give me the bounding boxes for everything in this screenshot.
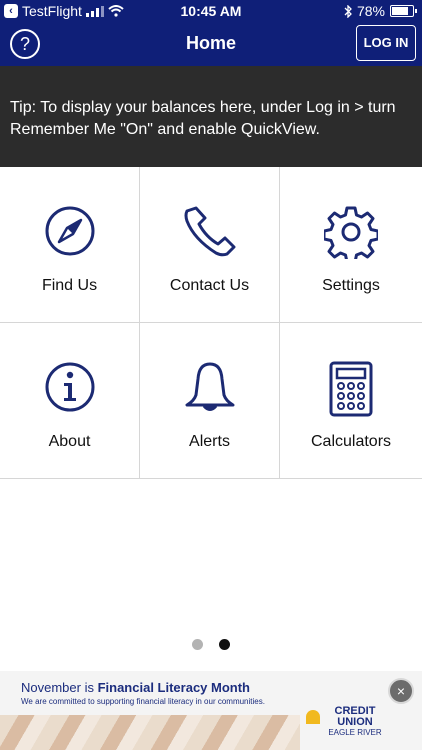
tile-grid: Find Us Contact Us Settings About Alerts… [0,167,422,479]
tip-text: Tip: To display your balances here, unde… [10,99,396,138]
tile-calculators[interactable]: Calculators [280,323,422,479]
battery-icon [390,5,417,17]
calculator-icon [329,361,373,417]
tile-label: Alerts [189,433,230,450]
tile-alerts[interactable]: Alerts [140,323,280,479]
tile-label: Contact Us [169,277,250,294]
tile-about[interactable]: About [0,323,140,479]
page-dot[interactable] [219,639,230,650]
gear-icon [324,206,378,259]
tile-label: Calculators [310,433,392,450]
page-indicator[interactable] [0,639,422,650]
compass-icon [45,206,94,256]
banner-subtitle: We are committed to supporting financial… [21,697,265,706]
tile-label: Find Us [41,277,98,294]
status-right: 78% [344,3,417,19]
status-bar: ‹ TestFlight 10:45 AM 78% [0,0,422,22]
page-dot[interactable] [192,639,203,650]
tile-label: Settings [322,277,380,294]
battery-percent: 78% [356,3,385,19]
banner-photo [0,715,300,750]
login-button[interactable]: LOG IN [356,25,416,61]
tip-banner: Tip: To display your balances here, unde… [0,66,422,167]
credit-union-logo: CREDIT UNION EAGLE RIVER [306,706,400,738]
banner-title: November is Financial Literacy Month [21,680,250,695]
eagle-logo-icon [306,710,320,724]
bell-icon [185,362,234,411]
info-icon [45,362,94,412]
battery-fill [392,7,408,15]
close-banner-button[interactable]: × [388,678,414,704]
tile-settings[interactable]: Settings [280,167,422,323]
tile-label: About [48,433,91,450]
nav-bar: ? Home LOG IN [0,22,422,66]
promo-banner[interactable]: November is Financial Literacy Month We … [0,671,422,750]
tile-contact-us[interactable]: Contact Us [140,167,280,323]
phone-icon [184,206,235,257]
bluetooth-icon [344,4,352,18]
tile-find-us[interactable]: Find Us [0,167,140,323]
